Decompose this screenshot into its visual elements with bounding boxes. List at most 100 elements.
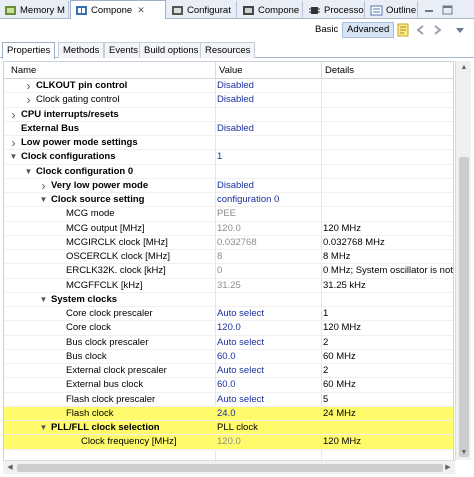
property-details-cell — [323, 421, 453, 435]
close-icon[interactable]: ✕ — [137, 5, 145, 16]
property-row[interactable]: Clock frequency [MHz] 120.0 120 MHz — [4, 435, 453, 450]
property-value-cell[interactable] — [217, 136, 321, 150]
column-divider[interactable] — [321, 62, 322, 79]
property-details-cell — [323, 193, 453, 207]
components-icon — [243, 5, 254, 15]
property-row[interactable]: MCG output [MHz] 120.0 120 MHz — [4, 222, 453, 236]
property-value-cell[interactable]: Disabled — [217, 93, 321, 107]
property-value-cell[interactable] — [217, 165, 321, 179]
tab-components[interactable]: Compone — [238, 1, 303, 19]
column-header-details[interactable]: Details — [325, 65, 354, 76]
advanced-mode-button[interactable]: Advanced — [342, 22, 395, 38]
property-row[interactable]: External clock prescaler Auto select 2 — [4, 364, 453, 379]
view-menu-icon[interactable] — [453, 23, 467, 37]
scroll-down-icon[interactable]: ▼ — [456, 446, 472, 460]
property-row[interactable]: ERCLK32K. clock [kHz] 0 0 MHz; System osci… — [4, 264, 453, 279]
property-row[interactable]: ▼ System clocks — [4, 293, 453, 307]
back-arrow-icon[interactable] — [414, 23, 428, 37]
chevron-down-icon[interactable]: ▼ — [9, 150, 18, 164]
property-value-cell[interactable]: Disabled — [217, 122, 321, 136]
property-value-cell[interactable]: 60.0 — [217, 350, 321, 364]
property-row[interactable]: Flash clock prescaler Auto select 5 — [4, 393, 453, 407]
property-row[interactable]: › Clock gating control Disabled — [4, 93, 453, 108]
property-value-cell[interactable]: Auto select — [217, 307, 321, 321]
tab-events[interactable]: Events — [104, 42, 144, 58]
horizontal-scroll-thumb[interactable] — [17, 464, 443, 472]
chevron-down-icon[interactable]: ▼ — [39, 293, 48, 307]
horizontal-scrollbar[interactable]: ◀ ▶ — [3, 460, 455, 474]
chevron-down-icon[interactable]: ▼ — [24, 165, 33, 179]
property-name-cell: Bus clock prescaler — [4, 336, 215, 350]
scroll-left-icon[interactable]: ◀ — [3, 461, 17, 475]
column-header-name[interactable]: Name — [11, 65, 36, 76]
property-value-cell[interactable]: Auto select — [217, 364, 321, 378]
property-value-cell[interactable]: Auto select — [217, 393, 321, 407]
chevron-right-icon[interactable]: › — [9, 136, 18, 150]
property-row[interactable]: Flash clock 24.0 24 MHz — [4, 406, 453, 421]
property-row[interactable]: ▼ Clock source setting configuration 0 — [4, 193, 453, 208]
property-row[interactable]: › CLKOUT pin control Disabled — [4, 79, 453, 94]
chevron-down-icon[interactable]: ▼ — [39, 421, 48, 435]
minimize-icon[interactable] — [424, 5, 434, 14]
property-value-cell[interactable]: PLL clock — [217, 421, 321, 435]
tab-resources[interactable]: Resources — [200, 42, 256, 58]
property-row[interactable]: ▼ Clock configuration 0 — [4, 165, 453, 179]
tab-methods[interactable]: Methods — [58, 42, 105, 58]
property-value-cell[interactable]: configuration 0 — [217, 193, 321, 207]
property-row[interactable]: ▼ PLL/FLL clock selection PLL clock — [4, 421, 453, 436]
chevron-right-icon[interactable]: › — [39, 179, 48, 193]
scroll-up-icon[interactable]: ▲ — [456, 61, 472, 75]
property-name-cell: ▼ Clock configurations — [4, 150, 215, 164]
chevron-right-icon[interactable]: › — [9, 108, 18, 122]
column-divider[interactable] — [215, 62, 216, 79]
property-value-cell[interactable] — [217, 293, 321, 307]
notes-icon[interactable] — [396, 23, 410, 37]
property-row[interactable]: External Bus Disabled — [4, 122, 453, 136]
property-row[interactable]: Core clock 120.0 120 MHz — [4, 321, 453, 336]
property-value-cell[interactable] — [217, 108, 321, 122]
grid-rows: › CLKOUT pin control Disabled › Clock gating… — [4, 79, 453, 450]
property-details-cell: 2 — [323, 365, 329, 376]
property-row[interactable]: MCGIRCLK clock [MHz] 0.032768 0.032768 MHz — [4, 236, 453, 250]
property-row[interactable]: ▼ Clock configurations 1 — [4, 150, 453, 165]
basic-mode-button[interactable]: Basic — [311, 22, 342, 38]
vertical-scrollbar[interactable]: ▲ ▼ — [455, 61, 471, 460]
property-row[interactable]: MCG mode PEE — [4, 207, 453, 222]
tab-component-inspector[interactable]: Compone ✕ — [70, 0, 166, 19]
scroll-right-icon[interactable]: ▶ — [441, 461, 455, 475]
property-value-cell[interactable]: 1 — [217, 150, 321, 164]
tab-outline[interactable]: Outline — [366, 1, 418, 19]
property-value-cell[interactable]: Disabled — [217, 179, 321, 193]
maximize-icon[interactable] — [442, 5, 453, 15]
tab-properties[interactable]: Properties — [2, 42, 56, 59]
property-value-cell[interactable]: Disabled — [217, 79, 321, 93]
property-row[interactable]: Bus clock prescaler Auto select 2 — [4, 336, 453, 350]
property-row[interactable]: Core clock prescaler Auto select 1 — [4, 307, 453, 322]
property-row[interactable]: › Low power mode settings — [4, 136, 453, 151]
property-name-cell: Flash clock prescaler — [4, 393, 215, 407]
chevron-right-icon[interactable]: › — [24, 93, 33, 107]
property-row[interactable]: › CPU interrupts/resets — [4, 108, 453, 122]
property-details-cell — [323, 122, 453, 136]
tab-processor[interactable]: Processor — [304, 1, 365, 19]
property-row[interactable]: OSCERCLK clock [MHz] 8 8 MHz — [4, 250, 453, 265]
property-details-cell — [323, 179, 453, 193]
property-row[interactable]: › Very low power mode Disabled — [4, 179, 453, 193]
property-row[interactable]: MCGFFCLK [kHz] 31.25 31.25 kHz — [4, 279, 453, 293]
column-header-value[interactable]: Value — [219, 65, 243, 76]
forward-arrow-icon[interactable] — [430, 23, 444, 37]
chevron-down-icon[interactable]: ▼ — [39, 193, 48, 207]
property-value-cell[interactable]: 120.0 — [217, 321, 321, 335]
property-value-cell[interactable]: 60.0 — [217, 378, 321, 392]
tab-build-options[interactable]: Build options — [139, 42, 204, 58]
chevron-right-icon[interactable]: › — [24, 79, 33, 93]
property-label: CPU interrupts/resets — [21, 108, 119, 120]
property-row[interactable]: Bus clock 60.0 60 MHz — [4, 350, 453, 364]
property-value-cell[interactable]: 24.0 — [217, 407, 321, 421]
property-value-cell[interactable]: Auto select — [217, 336, 321, 350]
tab-configurations[interactable]: Configurat — [167, 1, 237, 19]
tab-memory-map[interactable]: Memory M — [0, 1, 69, 19]
property-name-cell: Core clock prescaler — [4, 307, 215, 321]
property-row[interactable]: External bus clock 60.0 60 MHz — [4, 378, 453, 393]
vertical-scroll-thumb[interactable] — [459, 157, 469, 457]
